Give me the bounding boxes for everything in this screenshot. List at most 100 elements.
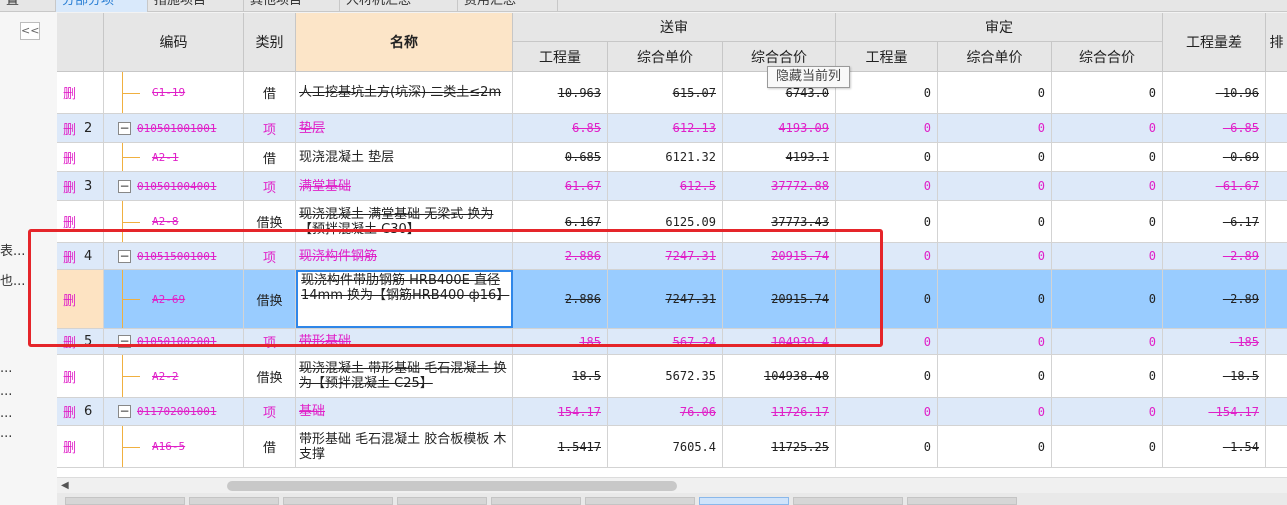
audit-unit-price-cell[interactable]: 0 [938,329,1052,354]
audit-qty-cell[interactable]: 0 [836,270,938,328]
type-cell[interactable]: 借换 [244,270,296,328]
bottom-tab[interactable] [907,497,1017,505]
bottom-tab[interactable] [189,497,279,505]
submit-unit-price-cell[interactable]: 615.07 [608,72,723,113]
bottom-tab-active[interactable] [699,497,789,505]
name-cell[interactable]: 基础 [296,398,513,425]
scrollbar-thumb[interactable] [227,481,677,491]
collapse-panel-button[interactable]: << [20,22,40,40]
code-cell[interactable]: A2-1 [104,143,244,171]
tab-settings[interactable]: 置 [0,0,56,12]
table-row[interactable]: 删5 −010501002001 项 带形基础 185 567.24 10493… [57,329,1287,355]
header-submit-unit-price[interactable]: 综合单价 [608,42,723,72]
extra-cell[interactable] [1266,329,1287,354]
extra-cell[interactable] [1266,426,1287,467]
code-cell[interactable]: A2-2 [104,355,244,397]
header-audit-total[interactable]: 综合合价 [1052,42,1163,72]
type-cell[interactable]: 借 [244,143,296,171]
table-row[interactable]: 删 A2-8 借换 现浇混凝土 满堂基础 无梁式 换为【预拌混凝土 C30】 6… [57,201,1287,243]
delete-mark[interactable]: 删 [57,72,104,113]
code-cell[interactable]: −011702001001 [104,398,244,425]
code-cell[interactable]: −010501004001 [104,172,244,200]
audit-total-cell[interactable]: 0 [1052,270,1163,328]
type-cell[interactable]: 借换 [244,355,296,397]
delete-mark[interactable]: 删 [57,270,104,328]
horizontal-scrollbar[interactable]: ◀ [57,477,1287,493]
submit-total-cell[interactable]: 4193.09 [723,114,836,142]
code-cell[interactable]: G1-19 [104,72,244,113]
submit-unit-price-cell[interactable]: 567.24 [608,329,723,354]
tab-other-items[interactable]: 其他项目 [244,0,340,12]
qty-diff-cell[interactable]: -6.17 [1163,201,1266,242]
delete-mark[interactable]: 删 [57,143,104,171]
header-audit-unit-price[interactable]: 综合单价 [938,42,1052,72]
table-row[interactable]: 删6 −011702001001 项 基础 154.17 76.06 11726… [57,398,1287,426]
audit-total-cell[interactable]: 0 [1052,398,1163,425]
audit-qty-cell[interactable]: 0 [836,143,938,171]
extra-cell[interactable] [1266,398,1287,425]
audit-unit-price-cell[interactable]: 0 [938,398,1052,425]
submit-qty-cell[interactable]: 10.963 [513,72,608,113]
header-name[interactable]: 名称 [296,13,513,72]
code-cell[interactable]: A2-69 [104,270,244,328]
delete-mark[interactable]: 删6 [57,398,104,425]
audit-qty-cell[interactable]: 0 [836,72,938,113]
delete-mark[interactable]: 删 [57,426,104,467]
bottom-tab[interactable] [283,497,393,505]
audit-total-cell[interactable]: 0 [1052,329,1163,354]
header-audit-qty[interactable]: 工程量 [836,42,938,72]
audit-qty-cell[interactable]: 0 [836,243,938,269]
bottom-tab[interactable] [491,497,581,505]
tab-measures[interactable]: 措施项目 [148,0,244,12]
audit-qty-cell[interactable]: 0 [836,398,938,425]
audit-unit-price-cell[interactable]: 0 [938,243,1052,269]
audit-qty-cell[interactable]: 0 [836,201,938,242]
bottom-tab[interactable] [585,497,695,505]
type-cell[interactable]: 项 [244,243,296,269]
name-cell[interactable]: 带形基础 [296,329,513,354]
audit-qty-cell[interactable]: 0 [836,355,938,397]
submit-qty-cell[interactable]: 18.5 [513,355,608,397]
qty-diff-cell[interactable]: -154.17 [1163,398,1266,425]
submit-unit-price-cell[interactable]: 612.13 [608,114,723,142]
table-row[interactable]: 删2 −010501001001 项 垫层 6.85 612.13 4193.0… [57,114,1287,143]
type-cell[interactable]: 项 [244,329,296,354]
header-extra[interactable]: 排 [1266,13,1287,72]
name-cell[interactable]: 满堂基础 [296,172,513,200]
table-row[interactable]: 删 A2-2 借换 现浇混凝土 带形基础 毛石混凝土 换为【预拌混凝土 C25】… [57,355,1287,398]
qty-diff-cell[interactable]: -2.89 [1163,270,1266,328]
collapse-toggle-icon[interactable]: − [118,405,131,418]
submit-total-cell[interactable]: 104939.4 [723,329,836,354]
audit-total-cell[interactable]: 0 [1052,114,1163,142]
audit-total-cell[interactable]: 0 [1052,201,1163,242]
header-type[interactable]: 类别 [244,13,296,72]
name-cell[interactable]: 现浇构件钢筋 [296,243,513,269]
left-item[interactable]: ... [0,384,12,399]
audit-unit-price-cell[interactable]: 0 [938,355,1052,397]
header-code[interactable]: 编码 [104,13,244,72]
left-item[interactable]: 也... [0,270,25,289]
audit-total-cell[interactable]: 0 [1052,243,1163,269]
type-cell[interactable]: 项 [244,114,296,142]
audit-total-cell[interactable]: 0 [1052,355,1163,397]
collapse-toggle-icon[interactable]: − [118,179,131,193]
qty-diff-cell[interactable]: -1.54 [1163,426,1266,467]
delete-mark[interactable]: 删2 [57,114,104,142]
submit-total-cell[interactable]: 20915.74 [723,270,836,328]
extra-cell[interactable] [1266,172,1287,200]
tab-materials-summary[interactable]: 人材机汇总 [340,0,458,12]
qty-diff-cell[interactable]: -185 [1163,329,1266,354]
audit-qty-cell[interactable]: 0 [836,329,938,354]
type-cell[interactable]: 借换 [244,201,296,242]
code-cell[interactable]: −010515001001 [104,243,244,269]
name-cell[interactable]: 人工挖基坑土方(坑深) 二类土≤2m [296,72,513,113]
audit-total-cell[interactable]: 0 [1052,172,1163,200]
submit-unit-price-cell[interactable]: 7247.31 [608,270,723,328]
submit-unit-price-cell[interactable]: 76.06 [608,398,723,425]
code-cell[interactable]: A2-8 [104,201,244,242]
collapse-toggle-icon[interactable]: − [118,121,131,135]
type-cell[interactable]: 项 [244,398,296,425]
table-row[interactable]: 删 A16-5 借 带形基础 毛石混凝土 胶合板模板 木支撑 1.5417 76… [57,426,1287,468]
submit-total-cell[interactable]: 104938.48 [723,355,836,397]
scroll-left-icon[interactable]: ◀ [61,480,69,491]
